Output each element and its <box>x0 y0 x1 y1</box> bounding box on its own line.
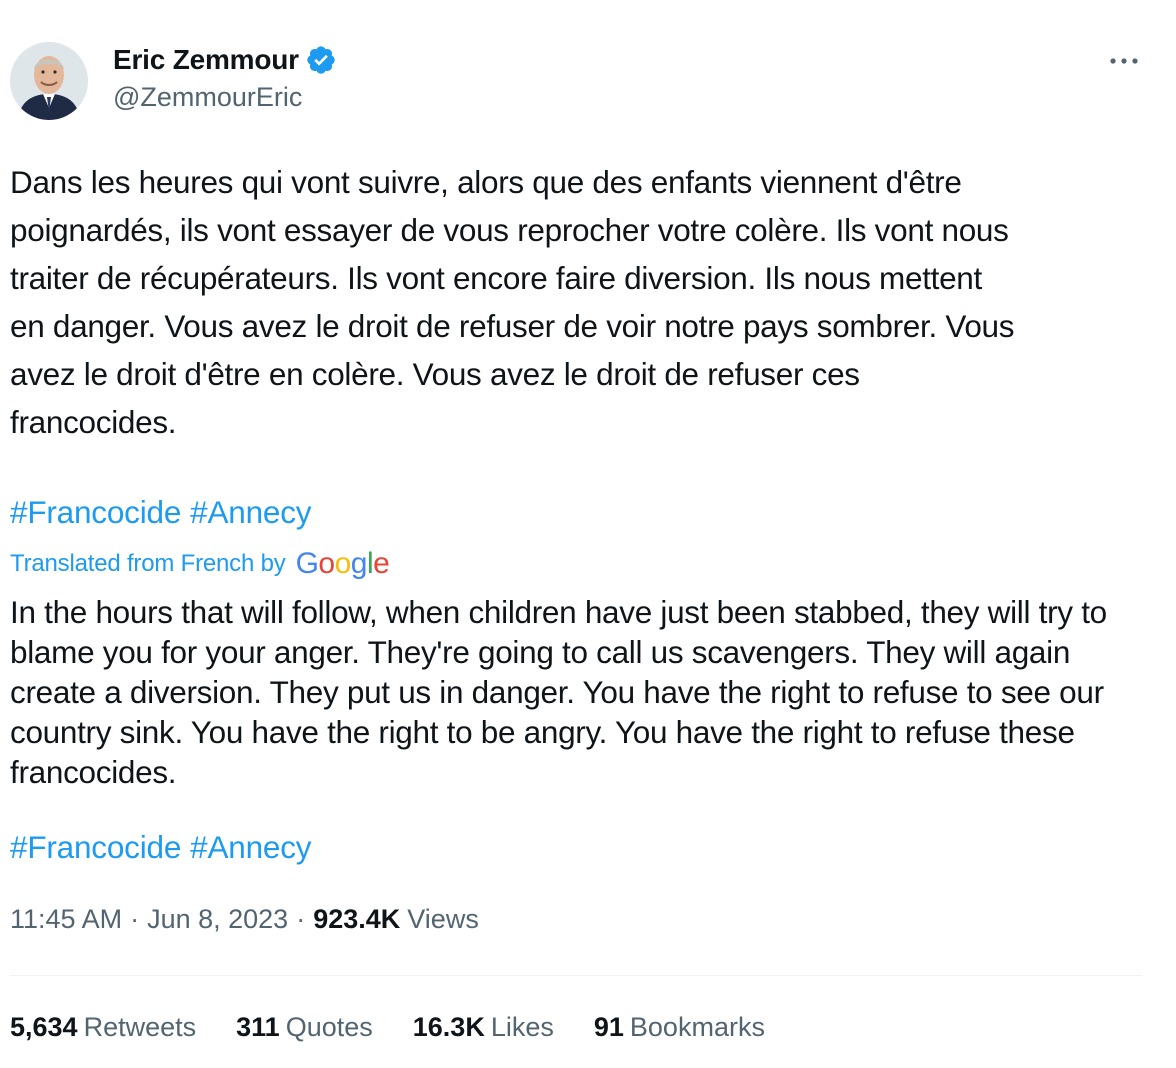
tweet-date[interactable]: Jun 8, 2023 <box>147 904 288 935</box>
author-display-name[interactable]: Eric Zemmour <box>113 44 299 76</box>
author-names: Eric Zemmour @ZemmourEric <box>113 40 337 113</box>
hashtag-link[interactable]: #Annecy <box>190 494 311 530</box>
likes-stat[interactable]: 16.3K Likes <box>413 1012 554 1043</box>
divider <box>10 975 1142 976</box>
verified-badge-icon[interactable] <box>305 44 337 76</box>
hashtag-link[interactable]: #Francocide <box>10 829 181 865</box>
retweets-count: 5,634 <box>10 1012 78 1042</box>
tweet-metadata: 11:45 AM · Jun 8, 2023 · 923.4K Views <box>10 904 479 935</box>
bookmarks-label: Bookmarks <box>629 1012 765 1042</box>
engagement-stats: 5,634 Retweets 311 Quotes 16.3K Likes 91 Boo… <box>10 1012 805 1043</box>
hashtags-translated: #Francocide #Annecy <box>10 829 320 866</box>
hashtags-french: #Francocide #Annecy <box>10 494 320 531</box>
tweet-card: Eric Zemmour @ZemmourEric Dans les heure… <box>10 0 1142 1068</box>
bookmarks-count: 91 <box>593 1012 624 1042</box>
retweets-stat[interactable]: 5,634 Retweets <box>10 1012 196 1043</box>
quotes-label: Quotes <box>285 1012 373 1042</box>
views-label: Views <box>407 904 479 934</box>
meta-separator: · <box>296 904 306 934</box>
likes-count: 16.3K <box>412 1012 485 1042</box>
profile-photo-icon <box>10 42 88 120</box>
tweet-time[interactable]: 11:45 AM <box>10 904 122 935</box>
hashtag-link[interactable]: #Francocide <box>10 494 181 530</box>
more-options-button[interactable] <box>1106 46 1142 76</box>
tweet-text-translated: In the hours that will follow, when chil… <box>10 594 1107 790</box>
avatar[interactable] <box>10 42 88 120</box>
author-name-row: Eric Zemmour <box>113 40 337 80</box>
author-handle[interactable]: @ZemmourEric <box>113 82 337 113</box>
likes-label: Likes <box>490 1012 554 1042</box>
meta-separator: · <box>130 904 140 934</box>
quotes-count: 311 <box>236 1012 280 1042</box>
tweet-header: Eric Zemmour @ZemmourEric <box>10 40 1142 122</box>
ellipsis-icon <box>1110 58 1138 64</box>
retweets-label: Retweets <box>83 1012 197 1042</box>
translated-label[interactable]: Translated from French by <box>10 550 286 578</box>
translation-attribution: Translated from French by Google <box>10 546 390 582</box>
tweet-text-french: Dans les heures qui vont suivre, alors q… <box>10 164 1015 440</box>
hashtag-link[interactable]: #Annecy <box>190 829 311 865</box>
quotes-stat[interactable]: 311 Quotes <box>236 1012 373 1043</box>
bookmarks-stat[interactable]: 91 Bookmarks <box>594 1012 765 1043</box>
views-count: 923.4K <box>313 904 401 934</box>
google-logo: Google <box>295 547 390 580</box>
